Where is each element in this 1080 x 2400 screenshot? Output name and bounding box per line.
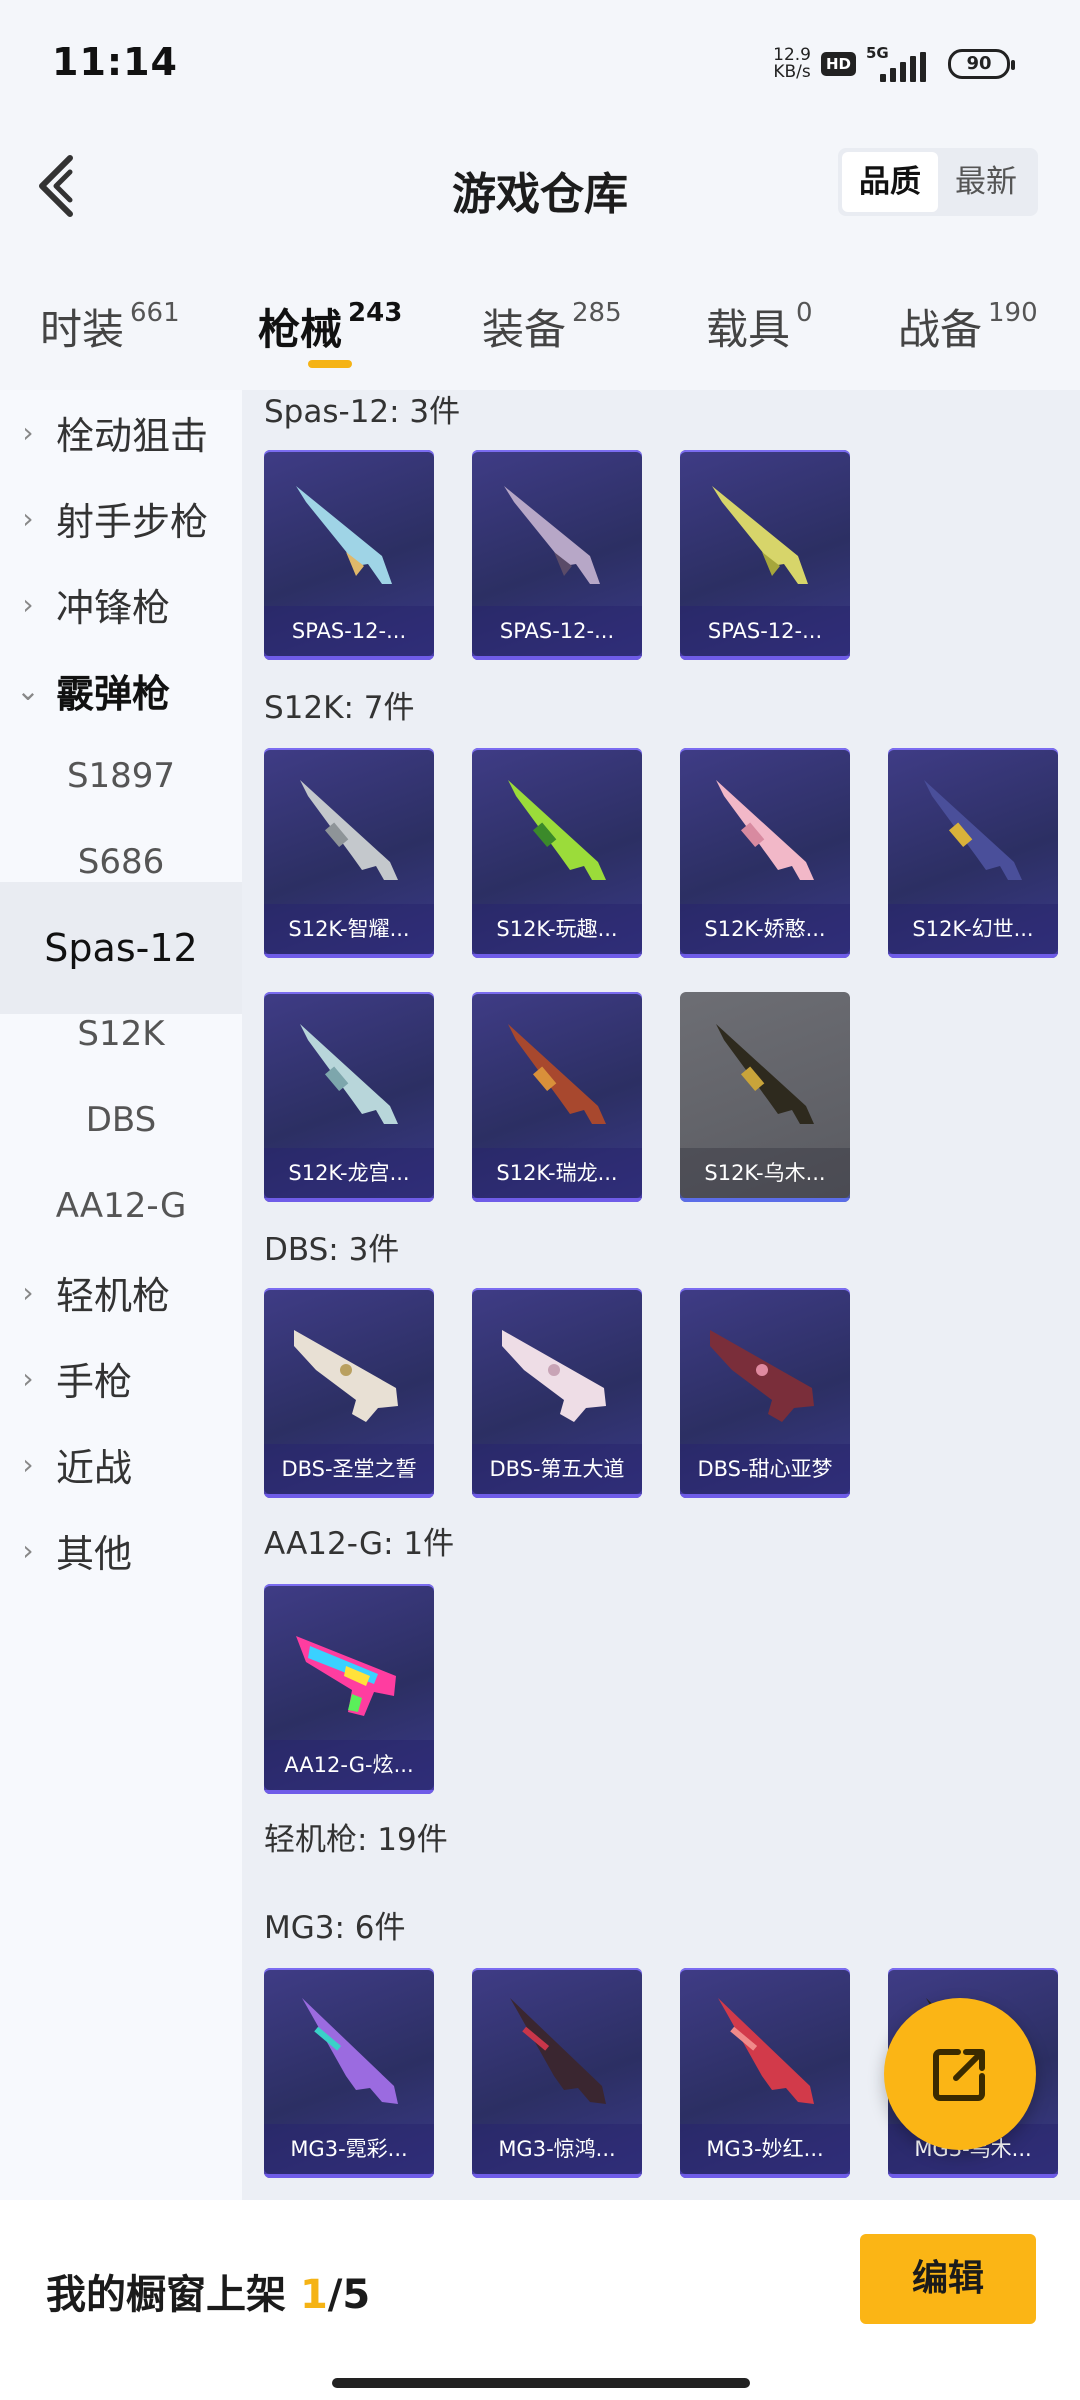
battery-icon: 90 bbox=[948, 49, 1015, 79]
gun-icon bbox=[710, 1330, 814, 1422]
network-speed: 12.9 KB/s bbox=[773, 45, 811, 82]
weapon-card[interactable]: MG3-妙红... bbox=[680, 1968, 850, 2178]
weapon-card[interactable]: S12K-龙宫... bbox=[264, 992, 434, 1202]
sidebar-item-other[interactable]: › 其他 bbox=[0, 1484, 242, 1616]
gun-icon bbox=[508, 780, 606, 880]
weapon-card[interactable]: DBS-甜心亚梦 bbox=[680, 1288, 850, 1498]
weapon-card[interactable]: SPAS-12-... bbox=[264, 450, 434, 660]
gun-icon bbox=[302, 1998, 398, 2104]
tab-fashion[interactable]: 时装 661 bbox=[40, 296, 180, 357]
edit-button[interactable]: 编辑 bbox=[860, 2234, 1036, 2324]
header: 游戏仓库 品质 最新 bbox=[0, 130, 1080, 250]
group-title-s12k: S12K: 7件 bbox=[264, 690, 415, 726]
gun-icon bbox=[924, 780, 1022, 880]
chevron-down-icon: ⌄ bbox=[16, 673, 40, 707]
weapon-card[interactable]: SPAS-12-... bbox=[680, 450, 850, 660]
signal-icon: 5G bbox=[866, 44, 938, 84]
gun-icon bbox=[294, 1330, 398, 1422]
tab-firearms[interactable]: 枪械 243 bbox=[258, 296, 402, 357]
gun-icon bbox=[716, 1024, 814, 1124]
gun-icon bbox=[502, 1330, 606, 1422]
showcase-count-label: 我的橱窗上架 1/5 bbox=[46, 2272, 371, 2318]
group-title-spas12: Spas-12: 3件 bbox=[264, 394, 461, 430]
weapon-card[interactable]: S12K-玩趣... bbox=[472, 748, 642, 958]
chevron-right-icon: › bbox=[22, 501, 34, 535]
chevron-right-icon: › bbox=[22, 1533, 34, 1567]
gun-icon bbox=[508, 1024, 606, 1124]
tab-war-supplies[interactable]: 战备 190 bbox=[898, 296, 1038, 357]
gun-icon bbox=[716, 780, 814, 880]
share-external-icon bbox=[933, 2049, 985, 2101]
sort-toggle: 品质 最新 bbox=[838, 148, 1038, 216]
gun-icon bbox=[296, 486, 392, 584]
share-button[interactable] bbox=[884, 1998, 1036, 2150]
weapon-card[interactable]: DBS-圣堂之誓 bbox=[264, 1288, 434, 1498]
weapon-card[interactable]: AA12-G-炫... bbox=[264, 1584, 434, 1794]
weapon-card[interactable]: DBS-第五大道 bbox=[472, 1288, 642, 1498]
weapon-card[interactable]: MG3-霓彩... bbox=[264, 1968, 434, 2178]
showcase-bar: 我的橱窗上架 1/5 编辑 bbox=[0, 2200, 1080, 2400]
chevron-right-icon: › bbox=[22, 587, 34, 621]
tab-vehicles[interactable]: 载具 0 bbox=[706, 296, 813, 357]
weapon-card[interactable]: S12K-幻世... bbox=[888, 748, 1058, 958]
gun-icon bbox=[510, 1998, 606, 2104]
chevron-right-icon: › bbox=[22, 1275, 34, 1309]
weapon-card[interactable]: S12K-乌木... bbox=[680, 992, 850, 1202]
sort-newest-button[interactable]: 最新 bbox=[938, 152, 1034, 212]
sort-quality-button[interactable]: 品质 bbox=[842, 152, 938, 212]
gun-icon bbox=[718, 1998, 814, 2104]
weapon-card[interactable]: MG3-惊鸿... bbox=[472, 1968, 642, 2178]
group-title-aa12g: AA12-G: 1件 bbox=[264, 1526, 455, 1562]
weapon-category-sidebar: › 栓动狙击 › 射手步枪 › 冲锋枪 ⌄ 霰弹枪 S1897 S686 Spa… bbox=[0, 390, 242, 2200]
gun-icon bbox=[712, 486, 808, 584]
weapon-card[interactable]: S12K-智耀... bbox=[264, 748, 434, 958]
gun-icon bbox=[300, 1024, 398, 1124]
gun-icon bbox=[300, 780, 398, 880]
weapon-grid: Spas-12: 3件 SPAS-12-... SPAS-12-... SPAS… bbox=[242, 390, 1080, 2200]
gun-icon bbox=[296, 1636, 396, 1716]
status-icons: 12.9 KB/s HD 5G 90 bbox=[773, 42, 1015, 86]
hd-icon: HD bbox=[820, 52, 856, 76]
status-bar: 11:14 12.9 KB/s HD 5G 90 bbox=[0, 0, 1080, 130]
gun-icon bbox=[504, 486, 600, 584]
group-title-dbs: DBS: 3件 bbox=[264, 1232, 400, 1268]
weapon-card[interactable]: S12K-娇憨... bbox=[680, 748, 850, 958]
chevron-right-icon: › bbox=[22, 1361, 34, 1395]
active-tab-indicator bbox=[308, 360, 352, 368]
chevron-right-icon: › bbox=[22, 1447, 34, 1481]
group-title-mg3: MG3: 6件 bbox=[264, 1910, 406, 1946]
group-title-lmg: 轻机枪: 19件 bbox=[264, 1822, 448, 1858]
status-time: 11:14 bbox=[52, 40, 178, 84]
weapon-card[interactable]: S12K-瑞龙... bbox=[472, 992, 642, 1202]
home-indicator[interactable] bbox=[332, 2378, 750, 2388]
weapon-card[interactable]: SPAS-12-... bbox=[472, 450, 642, 660]
tab-equipment[interactable]: 装备 285 bbox=[482, 296, 622, 357]
chevron-right-icon: › bbox=[22, 415, 34, 449]
